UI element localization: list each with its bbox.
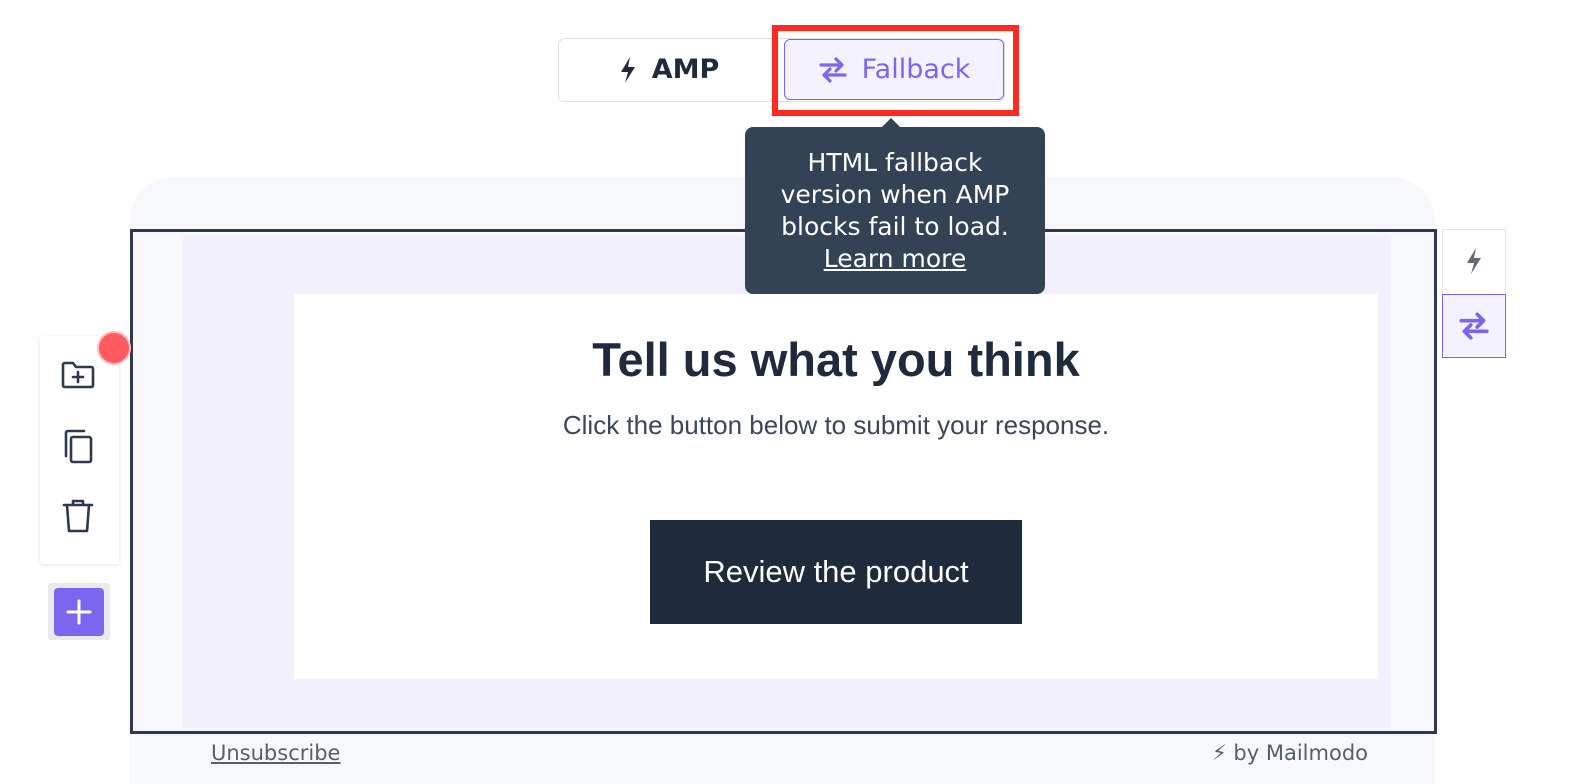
lightning-icon <box>1466 248 1481 274</box>
lightning-icon <box>620 56 635 83</box>
duplicate-block-button[interactable] <box>58 427 98 467</box>
selected-block[interactable]: Tell us what you think Click the button … <box>130 229 1437 734</box>
swap-arrows-icon <box>1459 312 1489 340</box>
amp-tab[interactable]: AMP <box>559 39 778 100</box>
card-subtitle: Click the button below to submit your re… <box>562 410 1110 440</box>
block-version-toggle <box>1442 229 1506 358</box>
notification-dot <box>97 331 131 365</box>
amp-tab-label: AMP <box>651 54 720 85</box>
add-block-button[interactable] <box>54 588 104 636</box>
trash-icon <box>62 499 94 533</box>
review-product-button[interactable]: Review the product <box>650 520 1022 624</box>
learn-more-link[interactable]: Learn more <box>824 244 967 273</box>
copy-icon <box>64 429 93 464</box>
add-block-container <box>48 583 110 640</box>
content-card: Tell us what you think Click the button … <box>294 294 1378 679</box>
plus-icon <box>66 599 92 625</box>
block-fallback-button[interactable] <box>1442 294 1506 358</box>
unsubscribe-link[interactable]: Unsubscribe <box>211 741 340 765</box>
block-background: Tell us what you think Click the button … <box>183 235 1391 728</box>
folder-plus-icon <box>61 361 95 389</box>
save-block-button[interactable] <box>58 355 98 395</box>
selection-highlight <box>772 25 1019 116</box>
card-title: Tell us what you think <box>592 333 1080 386</box>
block-toolbar <box>40 336 119 564</box>
block-amp-button[interactable] <box>1443 230 1504 292</box>
delete-block-button[interactable] <box>58 496 98 536</box>
fallback-tooltip: HTML fallback version when AMP blocks fa… <box>745 118 1045 294</box>
mailmodo-branding: ⚡ by Mailmodo <box>1212 741 1368 765</box>
tooltip-text: HTML fallback version when AMP blocks fa… <box>780 148 1010 241</box>
